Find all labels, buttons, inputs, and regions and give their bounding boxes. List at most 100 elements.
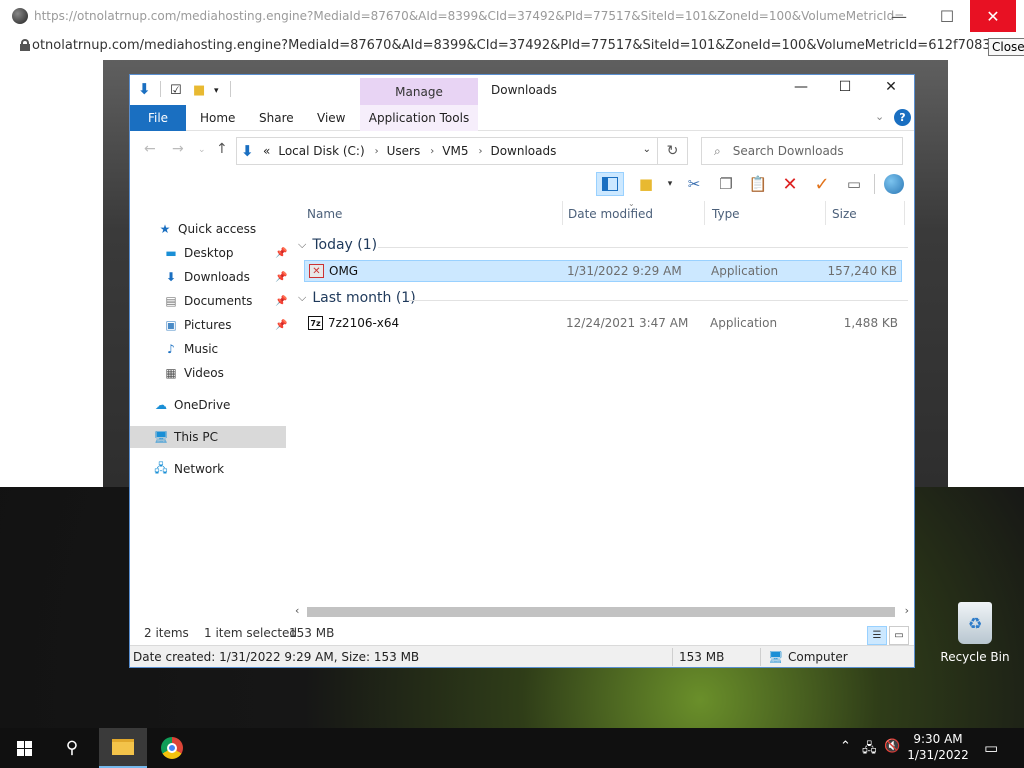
nav-item-music[interactable]: ♪ Music bbox=[162, 338, 218, 360]
nav-item-quick-access[interactable]: ★ Quick access bbox=[156, 218, 257, 240]
copy-icon[interactable]: ❐ bbox=[714, 172, 738, 196]
network-icon[interactable]: 🖧 bbox=[862, 739, 877, 761]
pin-icon[interactable]: 📌 bbox=[275, 296, 287, 307]
file-name: 7z2106-x64 bbox=[328, 316, 400, 330]
chevron-right-icon[interactable]: › bbox=[375, 146, 379, 157]
file-explorer-taskbar-button[interactable] bbox=[99, 728, 147, 768]
system-clock[interactable]: 9:30 AM 1/31/2022 bbox=[906, 731, 970, 763]
chevron-right-icon[interactable]: › bbox=[430, 146, 434, 157]
preview-pane-icon[interactable] bbox=[596, 172, 624, 196]
forward-arrow-icon[interactable]: → bbox=[172, 141, 184, 157]
nav-item-network[interactable]: 🖧 Network bbox=[152, 458, 224, 480]
tab-home[interactable]: Home bbox=[200, 111, 235, 125]
explorer-minimize-button[interactable]: — bbox=[786, 79, 816, 95]
column-divider[interactable] bbox=[704, 201, 705, 225]
file-date: 1/31/2022 9:29 AM bbox=[567, 264, 682, 278]
explorer-close-button[interactable]: ✕ bbox=[876, 79, 906, 95]
breadcrumb-users[interactable]: Users bbox=[387, 144, 421, 158]
chevron-right-icon[interactable]: › bbox=[478, 146, 482, 157]
address-dropdown-icon[interactable]: ⌄ bbox=[643, 144, 651, 155]
pin-icon[interactable]: 📌 bbox=[275, 272, 287, 283]
breadcrumb-vm5[interactable]: VM5 bbox=[442, 144, 468, 158]
nav-item-downloads[interactable]: ⬇ Downloads bbox=[162, 266, 250, 288]
horizontal-scrollbar[interactable]: ‹ › bbox=[293, 604, 913, 620]
column-divider[interactable] bbox=[825, 201, 826, 225]
column-header-name[interactable]: Name bbox=[307, 207, 342, 221]
scroll-right-icon[interactable]: › bbox=[905, 604, 909, 617]
open-new-window-icon[interactable]: ■ bbox=[634, 172, 658, 196]
scroll-left-icon[interactable]: ‹ bbox=[295, 604, 299, 617]
back-arrow-icon[interactable]: ← bbox=[144, 141, 156, 157]
breadcrumb-downloads[interactable]: Downloads bbox=[490, 144, 556, 158]
help-button[interactable]: ? bbox=[894, 109, 911, 126]
item-count: 2 items bbox=[144, 626, 189, 640]
file-list: Name Date modified ⌄ Type Size ⌵ Today (… bbox=[298, 199, 908, 606]
cut-icon[interactable]: ✂ bbox=[682, 172, 706, 196]
globe-icon[interactable] bbox=[882, 172, 906, 196]
recycle-bin[interactable]: ♻ Recycle Bin bbox=[940, 602, 1010, 664]
breadcrumb-local-disk[interactable]: Local Disk (C:) bbox=[278, 144, 364, 158]
checkmark-icon[interactable]: ✓ bbox=[810, 172, 834, 196]
file-row[interactable]: 7z 7z2106-x64 12/24/2021 3:47 AM Applica… bbox=[304, 313, 902, 335]
notifications-icon[interactable]: ▭ bbox=[984, 739, 998, 757]
browser-maximize-button[interactable]: ☐ bbox=[924, 0, 970, 32]
column-header-size[interactable]: Size bbox=[832, 207, 857, 221]
toolbar: ■ ▾ ✂ ❐ 📋 ✕ ✓ ▭ bbox=[130, 167, 914, 199]
browser-url-bar[interactable]: otnolatrnup.com/mediahosting.engine?Medi… bbox=[0, 32, 1024, 58]
column-header-type[interactable]: Type bbox=[712, 207, 740, 221]
tab-view[interactable]: View bbox=[317, 111, 345, 125]
clock-time: 9:30 AM bbox=[913, 732, 963, 746]
globe-icon bbox=[12, 8, 28, 24]
nav-item-this-pc[interactable]: 🖥 This PC bbox=[130, 426, 286, 448]
properties-icon[interactable]: ☑ bbox=[170, 83, 182, 98]
group-header-today[interactable]: ⌵ Today (1) bbox=[298, 237, 377, 253]
file-explorer-window: ⬇ ☑ ■ ▾ Manage Downloads — ☐ ✕ File Home… bbox=[129, 74, 915, 668]
column-divider[interactable] bbox=[904, 201, 905, 225]
search-icon[interactable]: ⚲ bbox=[48, 728, 96, 768]
explorer-maximize-button[interactable]: ☐ bbox=[830, 79, 860, 95]
expand-ribbon-icon[interactable]: ⌄ bbox=[875, 110, 884, 123]
browser-close-button[interactable]: ✕ bbox=[970, 0, 1016, 32]
selection-size: 153 MB bbox=[289, 626, 335, 640]
refresh-button[interactable]: ↻ bbox=[658, 137, 688, 165]
browser-minimize-button[interactable]: — bbox=[876, 0, 922, 32]
chevron-up-icon[interactable]: ⌃ bbox=[840, 739, 851, 754]
group-header-last-month[interactable]: ⌵ Last month (1) bbox=[298, 290, 416, 306]
column-divider[interactable] bbox=[562, 201, 563, 225]
nav-item-videos[interactable]: ▦ Videos bbox=[162, 362, 224, 384]
file-type: Application bbox=[710, 316, 778, 330]
pin-icon[interactable]: 📌 bbox=[275, 320, 287, 331]
nav-item-documents[interactable]: ▤ Documents bbox=[162, 290, 252, 312]
up-arrow-icon[interactable]: ↑ bbox=[216, 141, 228, 157]
pin-icon[interactable]: 📌 bbox=[275, 248, 287, 259]
url-text: otnolatrnup.com/mediahosting.engine?Medi… bbox=[32, 37, 1024, 53]
picture-icon: ▣ bbox=[165, 318, 177, 332]
details-view-icon[interactable]: ☰ bbox=[867, 626, 887, 645]
tab-file[interactable]: File bbox=[130, 105, 186, 131]
rename-icon[interactable]: ▭ bbox=[842, 172, 866, 196]
group-label: Last month (1) bbox=[312, 290, 416, 306]
paste-icon[interactable]: 📋 bbox=[746, 172, 770, 196]
group-label: Today (1) bbox=[312, 237, 378, 253]
nav-item-pictures[interactable]: ▣ Pictures bbox=[162, 314, 231, 336]
chrome-taskbar-button[interactable] bbox=[148, 728, 196, 768]
large-icons-view-icon[interactable]: ▭ bbox=[889, 626, 909, 645]
start-button[interactable] bbox=[0, 728, 48, 768]
7zip-icon: 7z bbox=[308, 316, 323, 330]
recent-locations-chevron-icon[interactable]: ⌄ bbox=[198, 145, 206, 155]
delete-icon[interactable]: ✕ bbox=[778, 172, 802, 196]
breadcrumb-prefix[interactable]: « bbox=[263, 144, 270, 158]
file-row[interactable]: ✕ OMG 1/31/2022 9:29 AM Application 157,… bbox=[304, 260, 902, 282]
search-input[interactable]: ⌕ Search Downloads bbox=[701, 137, 903, 165]
tab-share[interactable]: Share bbox=[259, 111, 294, 125]
tab-application-tools[interactable]: Application Tools bbox=[360, 105, 478, 131]
volume-muted-icon[interactable]: 🔇 bbox=[884, 739, 900, 754]
manage-tab[interactable]: Manage bbox=[360, 78, 478, 105]
column-header-date[interactable]: Date modified bbox=[568, 207, 653, 221]
menu-chevron-icon[interactable]: ▾ bbox=[658, 172, 682, 196]
new-folder-icon[interactable]: ■ bbox=[193, 83, 205, 98]
nav-item-onedrive[interactable]: ☁ OneDrive bbox=[152, 394, 230, 416]
scrollbar-thumb[interactable] bbox=[307, 607, 895, 617]
customize-quick-access-icon[interactable]: ▾ bbox=[214, 86, 219, 96]
address-bar[interactable]: ⬇ « Local Disk (C:) › Users › VM5 › Down… bbox=[236, 137, 658, 165]
